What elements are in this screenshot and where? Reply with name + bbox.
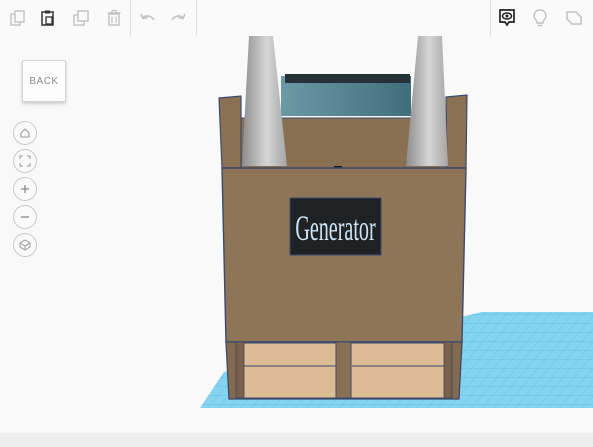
toolbar-divider: [490, 0, 491, 36]
delete-icon[interactable]: [102, 6, 126, 30]
perspective-icon: [19, 239, 31, 251]
toolbar: [0, 0, 593, 37]
center-column: [335, 341, 352, 399]
workplane-viewport[interactable]: Generator BACK: [0, 36, 593, 447]
fit-view-button[interactable]: [13, 149, 37, 173]
back-button[interactable]: BACK: [22, 60, 66, 102]
box-left-wall: [218, 95, 242, 169]
fit-view-icon: [19, 155, 31, 167]
box-right-wall: [445, 94, 468, 169]
lightbulb-icon[interactable]: [528, 6, 552, 30]
zoom-out-button[interactable]: [13, 205, 37, 229]
notes-view-icon[interactable]: [495, 6, 519, 30]
toolbar-divider: [130, 0, 131, 36]
copy-icon[interactable]: [6, 6, 30, 30]
home-view-button[interactable]: [13, 121, 37, 145]
zoom-in-button[interactable]: [13, 177, 37, 201]
back-button-label: BACK: [29, 75, 59, 87]
zoom-out-icon: [21, 216, 29, 218]
toolbar-divider: [196, 0, 197, 36]
opening-right: [350, 342, 453, 399]
duplicate-icon[interactable]: [69, 6, 93, 30]
viewport-bottom-edge: [0, 433, 593, 447]
chimney-left: [242, 36, 287, 166]
opening-left: [236, 342, 337, 399]
model-scene[interactable]: Generator: [0, 36, 593, 447]
home-icon: [20, 128, 30, 138]
generator-sign-text: Generator: [295, 207, 375, 248]
shape-icon[interactable]: [562, 6, 586, 30]
chimney-right: [406, 36, 448, 166]
paste-icon[interactable]: [36, 6, 60, 30]
zoom-in-icon: [21, 185, 29, 193]
perspective-button[interactable]: [13, 233, 37, 257]
undo-icon[interactable]: [136, 6, 160, 30]
redo-icon[interactable]: [166, 6, 190, 30]
